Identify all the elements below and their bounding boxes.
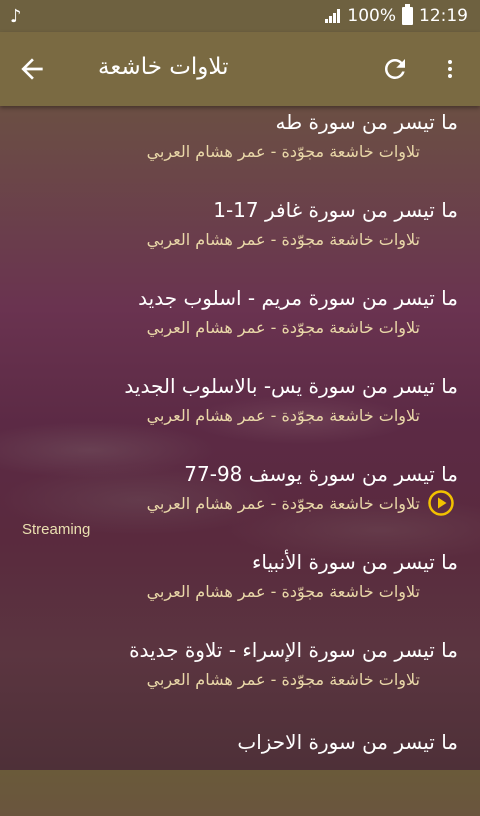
track-subtitle: تلاوات خاشعة مجوّدة - عمر هشام العربي bbox=[146, 406, 420, 425]
track-subtitle: تلاوات خاشعة مجوّدة - عمر هشام العربي bbox=[146, 230, 420, 249]
music-note-icon: ♪ bbox=[10, 6, 22, 27]
track-item[interactable]: ما تيسر من سورة الإسراء - تلاوة جديدة تل… bbox=[0, 638, 480, 724]
page-title: تلاوات خاشعة bbox=[98, 54, 229, 80]
clock: 12:19 bbox=[419, 6, 468, 26]
refresh-icon[interactable] bbox=[380, 54, 410, 84]
track-title: ما تيسر من سورة يوسف 98-77 bbox=[184, 462, 458, 486]
track-title: ما تيسر من سورة غافر 17-1 bbox=[213, 198, 458, 222]
track-title: ما تيسر من سورة الأنبياء bbox=[252, 550, 458, 574]
track-subtitle: تلاوات خاشعة مجوّدة - عمر هشام العربي bbox=[146, 670, 420, 689]
track-item[interactable]: ما تيسر من سورة الأنبياء تلاوات خاشعة مج… bbox=[0, 550, 480, 636]
track-subtitle: تلاوات خاشعة مجوّدة - عمر هشام العربي bbox=[146, 494, 420, 513]
track-item[interactable]: ما تيسر من سورة مريم - اسلوب جديد تلاوات… bbox=[0, 286, 480, 372]
more-vert-icon[interactable] bbox=[438, 54, 462, 84]
track-subtitle: تلاوات خاشعة مجوّدة - عمر هشام العربي bbox=[146, 142, 420, 161]
app-bar: تلاوات خاشعة bbox=[0, 32, 480, 106]
track-title: ما تيسر من سورة مريم - اسلوب جديد bbox=[138, 286, 458, 310]
back-arrow-icon[interactable] bbox=[16, 53, 48, 85]
track-item[interactable]: ما تيسر من سورة غافر 17-1 تلاوات خاشعة م… bbox=[0, 198, 480, 284]
track-title: ما تيسر من سورة الاحزاب bbox=[237, 730, 458, 754]
streaming-label: Streaming bbox=[22, 521, 91, 538]
track-item[interactable]: ما تيسر من سورة يس- بالاسلوب الجديد تلاو… bbox=[0, 374, 480, 460]
battery-icon bbox=[402, 4, 413, 25]
track-item[interactable]: ما تيسر من سورة الاحزاب bbox=[0, 730, 480, 816]
play-icon[interactable] bbox=[428, 490, 454, 516]
battery-percent: 100% bbox=[347, 6, 396, 26]
status-bar: ♪ 100% 12:19 bbox=[0, 0, 480, 32]
track-item[interactable]: ما تيسر من سورة طه تلاوات خاشعة مجوّدة -… bbox=[0, 110, 480, 196]
track-title: ما تيسر من سورة الإسراء - تلاوة جديدة bbox=[129, 638, 458, 662]
track-subtitle: تلاوات خاشعة مجوّدة - عمر هشام العربي bbox=[146, 318, 420, 337]
signal-icon bbox=[325, 9, 341, 23]
track-title: ما تيسر من سورة يس- بالاسلوب الجديد bbox=[124, 374, 458, 398]
track-subtitle: تلاوات خاشعة مجوّدة - عمر هشام العربي bbox=[146, 582, 420, 601]
track-title: ما تيسر من سورة طه bbox=[275, 110, 458, 134]
